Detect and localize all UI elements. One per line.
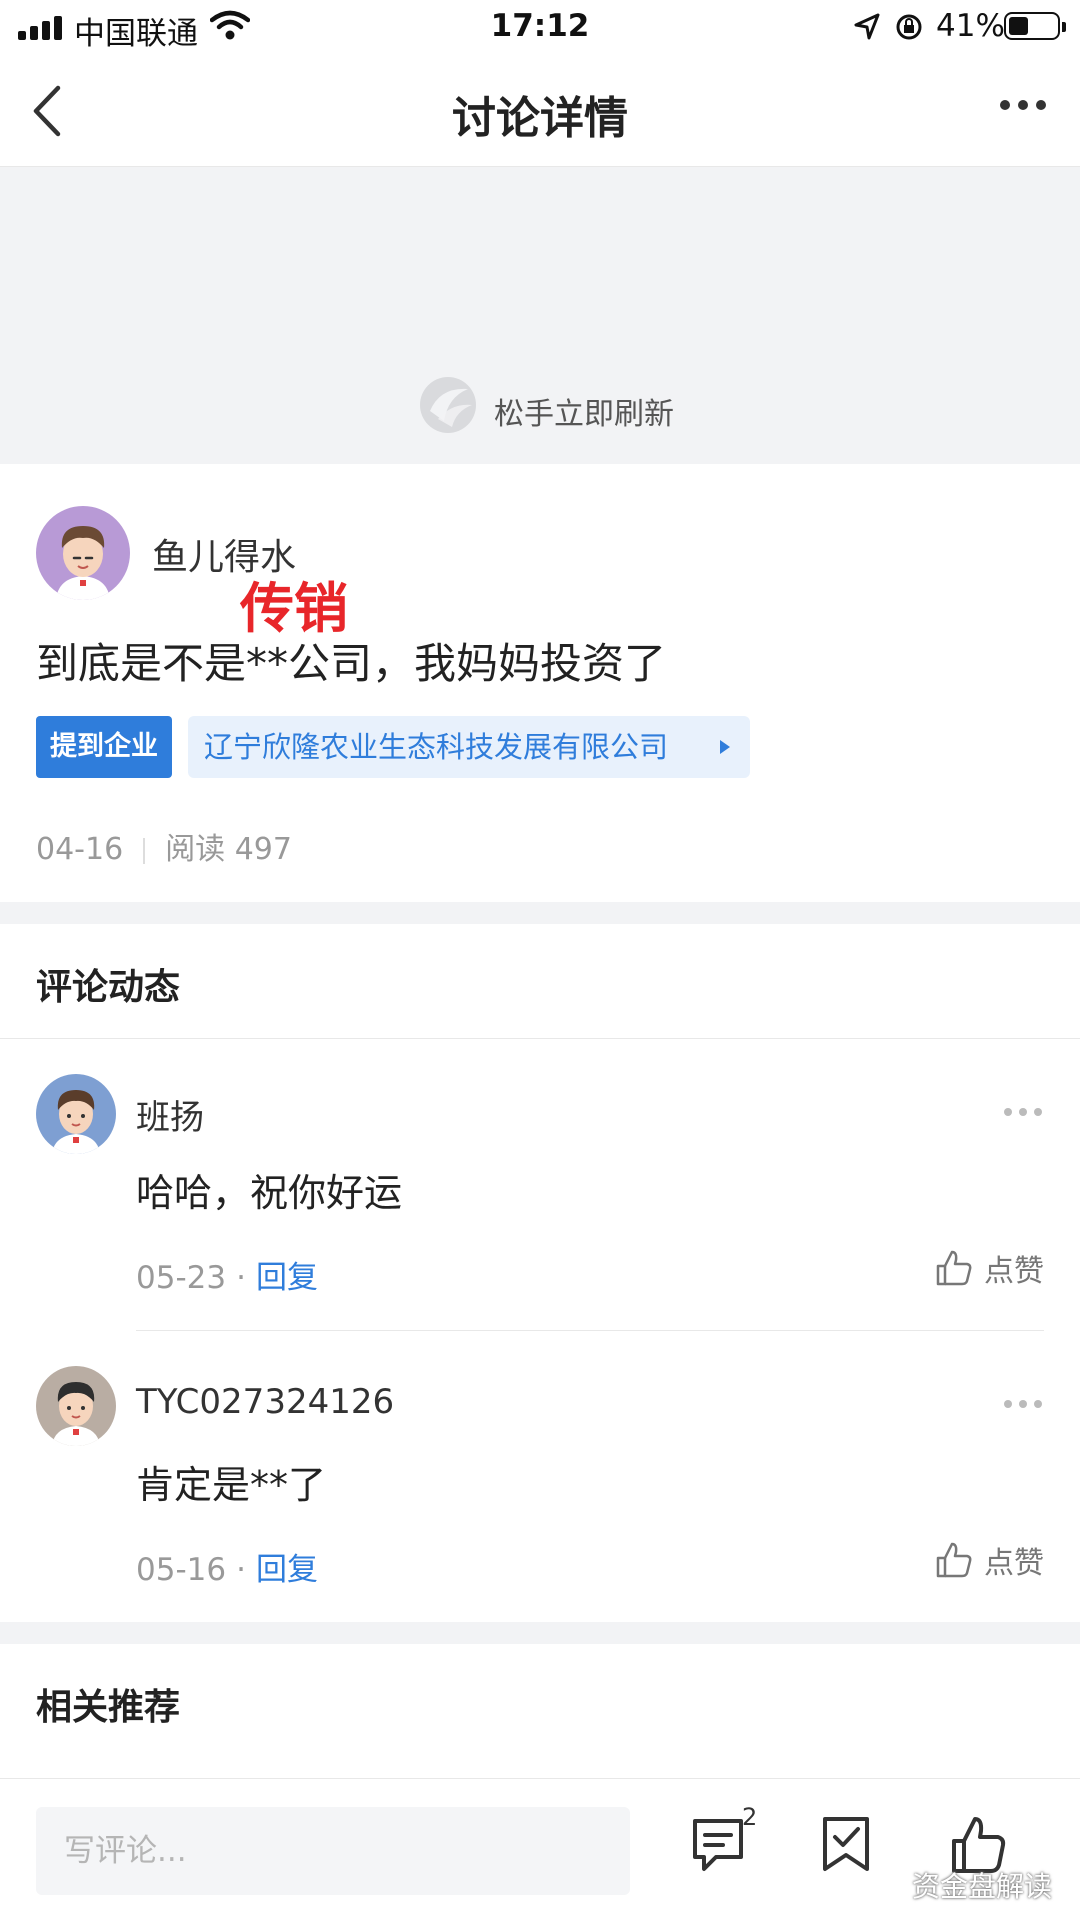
like-button[interactable]: 点赞 [934, 1246, 1044, 1290]
post-card: 鱼儿得水 传销 到底是不是**公司，我妈妈投资了 提到企业 辽宁欣隆农业生态科技… [0, 464, 1080, 902]
reply-button[interactable]: 回复 [256, 1552, 318, 1588]
battery-icon [1004, 12, 1066, 40]
comment-date: 05-23 [136, 1260, 227, 1296]
meta-dot: · [236, 1552, 246, 1588]
company-name: 辽宁欣隆农业生态科技发展有限公司 [204, 730, 669, 764]
thumbs-up-icon [936, 1542, 972, 1578]
comments-section-title: 评论动态 [36, 967, 181, 1008]
mentioned-company-label: 提到企业 [36, 716, 172, 778]
like-button[interactable]: 点赞 [934, 1538, 1044, 1582]
watermark-text: 资金盘解读 [912, 1870, 1053, 1903]
watermark: 资金盘解读 [864, 1865, 1052, 1905]
comment-author[interactable]: 班扬 [136, 1090, 204, 1139]
post-meta: 04-16 阅读 497 [36, 824, 292, 868]
comment-text: 肯定是**了 [136, 1463, 327, 1507]
post-content: 到底是不是**公司，我妈妈投资了 [36, 639, 667, 688]
comment-count-badge: 2 [742, 1803, 758, 1831]
meta-dot: · [236, 1260, 246, 1296]
related-section-title: 相关推荐 [36, 1687, 181, 1728]
section-line [0, 1038, 1080, 1039]
nav-bar: 讨论详情 [0, 56, 1080, 167]
comment-meta: 05-23 · 回复 [136, 1252, 318, 1297]
mentioned-company-link[interactable]: 辽宁欣隆农业生态科技发展有限公司 [188, 716, 750, 778]
comment-icon[interactable] [690, 1815, 746, 1875]
comment-input[interactable]: 写评论... [36, 1807, 630, 1895]
comment-date: 05-16 [136, 1552, 227, 1588]
wechat-icon [864, 1869, 903, 1900]
location-arrow-icon [854, 13, 880, 40]
meta-divider [143, 837, 146, 864]
section-divider [0, 1622, 1080, 1644]
comment-text: 哈哈，祝你好运 [136, 1171, 403, 1215]
avatar[interactable] [36, 506, 130, 600]
avatar[interactable] [36, 1366, 116, 1446]
page-title: 讨论详情 [452, 93, 628, 144]
pull-to-refresh-area: 松手立即刷新 [0, 167, 1080, 464]
refresh-hint: 松手立即刷新 [494, 397, 674, 432]
comment-meta: 05-16 · 回复 [136, 1544, 318, 1589]
like-label: 点赞 [984, 1254, 1044, 1289]
like-label: 点赞 [984, 1546, 1044, 1581]
user-avatar-icon [52, 1382, 100, 1446]
status-bar: 中国联通 17:12 41% [0, 0, 1080, 56]
post-date: 04-16 [36, 832, 124, 867]
comment-divider [136, 1330, 1044, 1331]
reply-button[interactable]: 回复 [256, 1260, 318, 1296]
user-avatar-icon [56, 526, 110, 600]
battery-percent: 41% [936, 8, 1005, 44]
user-avatar-icon [52, 1090, 100, 1154]
more-options-icon[interactable] [1000, 100, 1046, 110]
app-logo-icon [420, 377, 476, 433]
thumbs-up-icon [936, 1250, 972, 1286]
comment-author[interactable]: TYC027324126 [136, 1382, 394, 1422]
avatar[interactable] [36, 1074, 116, 1154]
comment-item: 班扬 哈哈，祝你好运 05-23 · 回复 点赞 [0, 1074, 1080, 1334]
comment-more-icon[interactable] [1004, 1108, 1042, 1116]
rotation-lock-icon [896, 14, 922, 40]
comment-more-icon[interactable] [1004, 1400, 1042, 1408]
section-divider [0, 902, 1080, 924]
read-count: 阅读 497 [165, 832, 292, 867]
comment-item: TYC027324126 肯定是**了 05-16 · 回复 点赞 [0, 1366, 1080, 1606]
caret-right-icon [720, 740, 730, 754]
bottom-bar: 写评论... 2 资金盘解读 [0, 1778, 1080, 1921]
